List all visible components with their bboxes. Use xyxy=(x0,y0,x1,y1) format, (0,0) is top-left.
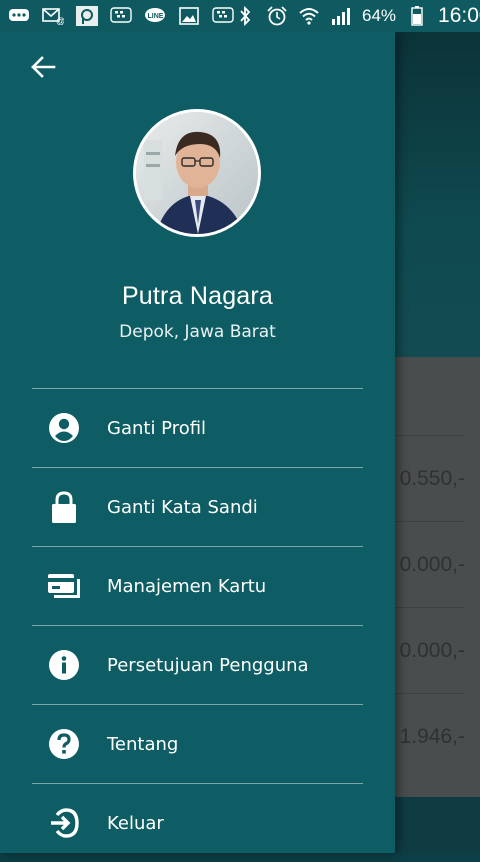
lock-icon xyxy=(47,490,81,524)
status-bar: @ LINE 64% 1 xyxy=(0,0,480,32)
menu-item-keluar[interactable]: Keluar xyxy=(32,783,363,862)
profile-name: Putra Nagara xyxy=(121,282,274,310)
background-bottom-bar xyxy=(395,797,480,853)
menu-item-persetujuan-pengguna[interactable]: Persetujuan Pengguna xyxy=(32,625,363,704)
svg-text:LINE: LINE xyxy=(148,13,164,20)
background-amount: 0.000,- xyxy=(395,607,465,694)
info-icon xyxy=(47,648,81,682)
avatar[interactable] xyxy=(133,109,261,237)
battery-percent: 64% xyxy=(362,6,397,25)
system-indicators: 64% 16:00 xyxy=(234,4,480,28)
bbm-icon xyxy=(110,6,132,26)
menu-item-tentang[interactable]: Tentang xyxy=(32,704,363,783)
menu-item-manajemen-kartu[interactable]: Manajemen Kartu xyxy=(32,546,363,625)
alarm-icon xyxy=(266,6,288,26)
bbm-icon xyxy=(212,6,234,26)
arrow-left-icon xyxy=(30,55,56,83)
navigation-drawer: Putra Nagara Depok, Jawa Barat Ganti Pro… xyxy=(0,32,395,853)
notification-icons: @ LINE xyxy=(8,6,234,26)
back-button[interactable] xyxy=(28,54,58,84)
background-amount: 0.000,- xyxy=(395,521,465,608)
menu-item-label: Manajemen Kartu xyxy=(107,575,267,597)
battery-icon xyxy=(406,6,428,26)
bluetooth-icon xyxy=(234,6,256,26)
menu-item-label: Ganti Kata Sandi xyxy=(107,496,258,518)
cards-icon xyxy=(47,569,81,603)
logout-icon xyxy=(47,806,81,840)
clock: 16:00 xyxy=(438,4,480,27)
wifi-icon xyxy=(298,6,320,26)
menu-item-label: Keluar xyxy=(107,812,164,834)
mail-icon: @ xyxy=(42,6,64,26)
help-icon xyxy=(47,727,81,761)
chat-bubble-icon xyxy=(8,6,30,26)
background-amount: 0.550,- xyxy=(395,435,465,522)
signal-icon xyxy=(330,6,352,26)
background-header xyxy=(395,32,480,357)
profile-location: Depok, Jawa Barat xyxy=(119,322,276,342)
menu-item-label: Ganti Profil xyxy=(107,417,207,439)
account-circle-icon xyxy=(47,411,81,445)
menu-item-label: Tentang xyxy=(107,733,179,755)
menu-item-label: Persetujuan Pengguna xyxy=(107,654,309,676)
profile-photo xyxy=(136,112,258,234)
background-amount: 1.946,- xyxy=(395,693,465,780)
gallery-icon xyxy=(178,6,200,26)
menu-item-ganti-profil[interactable]: Ganti Profil xyxy=(32,388,363,467)
svg-text:@: @ xyxy=(56,16,64,25)
line-icon: LINE xyxy=(144,6,166,26)
app-p-icon xyxy=(76,6,98,26)
background-list: 0.550,- 0.000,- 0.000,- 1.946,- xyxy=(395,357,480,797)
drawer-menu: Ganti Profil Ganti Kata Sandi Manajemen … xyxy=(32,388,363,862)
menu-item-ganti-kata-sandi[interactable]: Ganti Kata Sandi xyxy=(32,467,363,546)
